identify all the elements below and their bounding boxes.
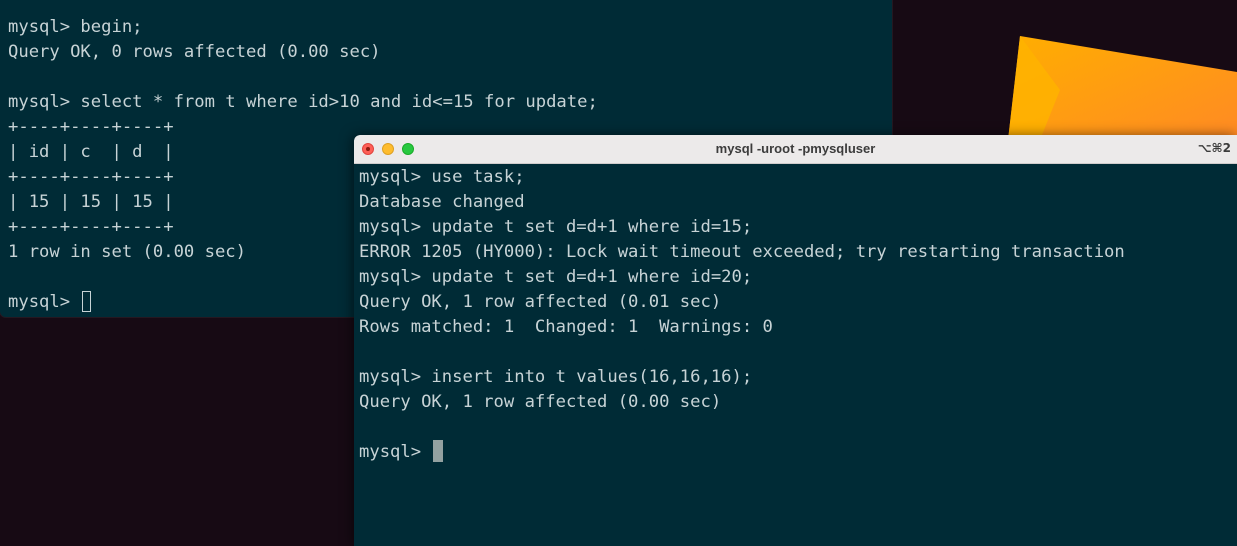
terminal-line: mysql> insert into t values(16,16,16); xyxy=(359,367,753,387)
terminal-line: Query OK, 1 row affected (0.00 sec) xyxy=(359,392,722,412)
terminal-line: mysql> update t set d=d+1 where id=20; xyxy=(359,267,753,287)
terminal-line: ERROR 1205 (HY000): Lock wait timeout ex… xyxy=(359,242,1125,262)
terminal-line: Database changed xyxy=(359,192,525,212)
terminal-line: mysql> update t set d=d+1 where id=15; xyxy=(359,217,753,237)
terminal-line: mysql> select * from t where id>10 and i… xyxy=(8,92,598,112)
window-titlebar[interactable]: mysql -uroot -pmysqluser ⌥⌘2 xyxy=(354,135,1237,164)
terminal-prompt-line[interactable]: mysql> xyxy=(359,440,1125,465)
terminal-cursor xyxy=(433,440,444,462)
terminal-prompt: mysql> xyxy=(8,292,81,312)
terminal-line: Rows matched: 1 Changed: 1 Warnings: 0 xyxy=(359,317,773,337)
terminal-line: mysql> use task; xyxy=(359,167,525,187)
terminal-prompt: mysql> xyxy=(359,442,432,462)
terminal-line: mysql> begin; xyxy=(8,17,143,37)
terminal-line: Query OK, 0 rows affected (0.00 sec) xyxy=(8,42,381,62)
terminal-line: Query OK, 1 row affected (0.01 sec) xyxy=(359,292,722,312)
window-shortcut-label: ⌥⌘2 xyxy=(1197,141,1231,155)
terminal-output: mysql> use task; Database changed mysql>… xyxy=(359,165,1125,465)
window-title: mysql -uroot -pmysqluser xyxy=(715,141,876,156)
terminal-cursor xyxy=(82,291,92,312)
terminal-window-session-2[interactable]: mysql -uroot -pmysqluser ⌥⌘2 mysql> use … xyxy=(354,135,1237,546)
